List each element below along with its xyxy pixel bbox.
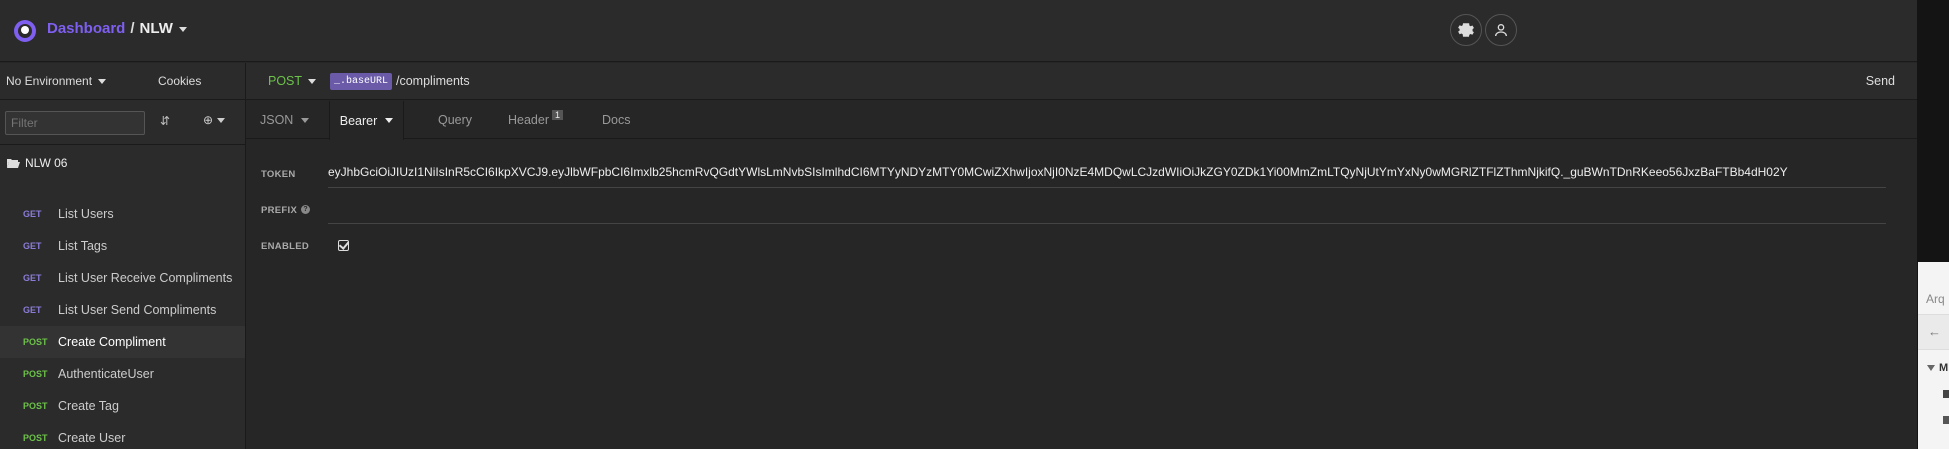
sidebar-request-create-user[interactable]: POST Create User — [0, 422, 245, 449]
request-label: List Users — [58, 207, 114, 221]
tab-header[interactable]: Header 1 — [508, 101, 564, 139]
prefix-row: PREFIX? — [246, 196, 1910, 224]
request-label: List Tags — [58, 239, 108, 253]
tab-label: Query — [438, 113, 473, 127]
app-header: Dashboard / NLW — [0, 0, 1949, 62]
token-input[interactable]: eyJhbGciOiJIUzI1NiIsInR5cCI6IkpXVCJ9.eyJ… — [328, 160, 1886, 188]
send-button[interactable]: Send — [1866, 74, 1895, 88]
folder-nlw06[interactable]: NLW 06 — [6, 156, 67, 170]
user-icon — [1495, 24, 1507, 37]
url-path-input[interactable]: /compliments — [396, 74, 470, 88]
filter-row: ⇵ ⊕ — [0, 100, 245, 145]
sidebar-request-list-tags[interactable]: GET List Tags — [0, 230, 245, 262]
tree-item-fragment: M — [1939, 362, 1949, 374]
expand-triangle-icon[interactable] — [1927, 365, 1935, 371]
breadcrumb-dashboard-link[interactable]: Dashboard — [47, 20, 125, 37]
method-badge: GET — [23, 273, 42, 283]
header-count-badge: 1 — [552, 110, 564, 120]
request-label: AuthenticateUser — [58, 367, 154, 381]
account-button[interactable] — [1485, 14, 1517, 46]
url-bar: POST _.baseURL /compliments Send — [246, 63, 1917, 100]
environment-label: No Environment — [6, 74, 93, 88]
method-badge: GET — [23, 305, 42, 315]
enabled-row: ENABLED — [246, 238, 1910, 254]
method-badge: GET — [23, 209, 42, 219]
environment-row: No Environment Cookies — [0, 63, 245, 100]
sidebar-request-list-user-receive-compliments[interactable]: GET List User Receive Compliments — [0, 262, 245, 294]
environment-dropdown[interactable]: No Environment — [6, 74, 107, 88]
filter-input[interactable] — [5, 111, 145, 135]
settings-button[interactable] — [1450, 14, 1482, 46]
method-badge: POST — [23, 337, 48, 347]
request-tabs: JSON Bearer Query Header 1 Docs — [246, 101, 1917, 140]
tab-bearer[interactable]: Bearer — [329, 101, 404, 140]
tab-label: Bearer — [339, 113, 378, 128]
chevron-down-icon[interactable] — [178, 26, 187, 32]
sort-icon[interactable]: ⇵ — [160, 114, 170, 128]
tab-label: Docs — [602, 113, 631, 127]
sidebar: No Environment Cookies ⇵ ⊕ NLW 06 GET Lis… — [0, 63, 246, 449]
gear-icon — [1458, 23, 1474, 37]
prefix-input[interactable] — [328, 196, 1886, 224]
method-badge: POST — [23, 401, 48, 411]
cookies-button[interactable]: Cookies — [158, 74, 201, 88]
sidebar-request-create-tag[interactable]: POST Create Tag — [0, 390, 245, 422]
tab-json[interactable]: JSON — [260, 101, 310, 139]
base-url-variable-tag[interactable]: _.baseURL — [330, 73, 393, 90]
tab-query[interactable]: Query — [438, 101, 472, 139]
enabled-label: ENABLED — [261, 240, 310, 252]
breadcrumb-separator: / — [130, 20, 135, 37]
home-icon[interactable] — [1943, 390, 1949, 398]
request-label: Create Tag — [58, 399, 119, 413]
add-item-button[interactable]: ⊕ — [203, 113, 226, 127]
back-arrow-icon[interactable]: ← — [1928, 324, 1941, 339]
tab-label: Header — [508, 113, 549, 127]
folder-open-icon — [7, 158, 20, 168]
method-badge: POST — [23, 369, 48, 379]
request-label: Create Compliment — [58, 335, 166, 349]
chevron-down-icon — [98, 79, 107, 85]
folder-name: NLW 06 — [25, 156, 68, 170]
breadcrumb: Dashboard / NLW — [47, 20, 187, 37]
token-row: TOKEN eyJhbGciOiJIUzI1NiIsInR5cCI6IkpXVC… — [246, 160, 1910, 188]
sidebar-request-authenticate-user[interactable]: POST AuthenticateUser — [0, 358, 245, 390]
insomnia-logo-icon[interactable] — [14, 20, 36, 42]
document-icon[interactable] — [1943, 416, 1949, 424]
prefix-label-wrap: PREFIX? — [246, 205, 326, 216]
token-label: TOKEN — [261, 168, 296, 180]
file-manager-window-fragment: Arq ← M — [1918, 262, 1949, 449]
enabled-checkbox[interactable] — [338, 240, 349, 251]
window-title-fragment: Arq — [1926, 292, 1945, 306]
sidebar-request-list-user-send-compliments[interactable]: GET List User Send Compliments — [0, 294, 245, 326]
chevron-down-icon — [301, 117, 310, 123]
help-icon[interactable]: ? — [301, 205, 311, 215]
plus-circle-icon: ⊕ — [203, 113, 214, 127]
method-dropdown[interactable]: POST — [268, 74, 317, 88]
sidebar-request-create-compliment[interactable]: POST Create Compliment — [0, 326, 245, 358]
chevron-down-icon — [217, 118, 226, 124]
tab-label: JSON — [260, 113, 294, 127]
method-label: POST — [268, 74, 303, 88]
request-label: List User Send Compliments — [58, 303, 217, 317]
chevron-down-icon — [308, 79, 317, 85]
method-badge: GET — [23, 241, 42, 251]
method-badge: POST — [23, 433, 48, 443]
tab-docs[interactable]: Docs — [602, 101, 630, 139]
sidebar-request-list-users[interactable]: GET List Users — [0, 198, 245, 230]
request-label: List User Receive Compliments — [58, 271, 233, 285]
prefix-label: PREFIX — [261, 204, 298, 216]
chevron-down-icon — [385, 118, 394, 123]
request-label: Create User — [58, 431, 126, 445]
workspace-name[interactable]: NLW — [140, 20, 173, 37]
